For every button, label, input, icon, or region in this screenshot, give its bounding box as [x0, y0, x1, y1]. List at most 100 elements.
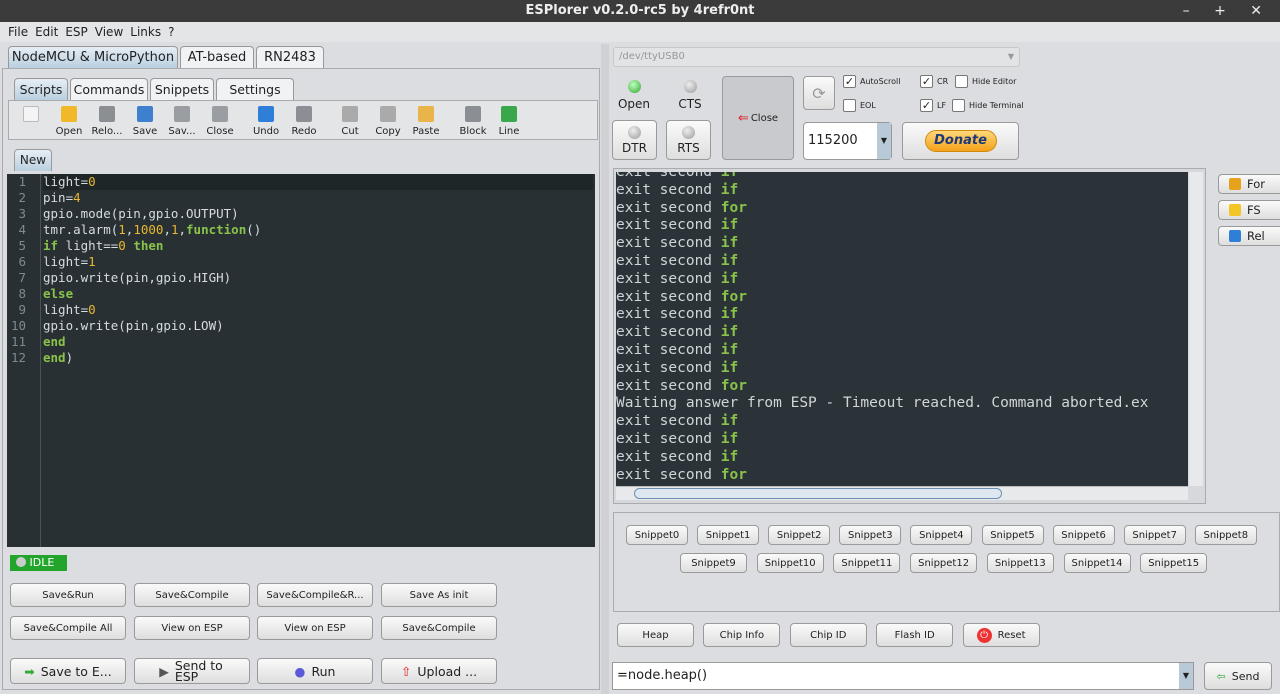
- checkbox-box[interactable]: ✓: [843, 75, 856, 88]
- checkbox-lf[interactable]: ✓ LF: [920, 99, 946, 112]
- command-input[interactable]: =node.heap() ▼: [612, 662, 1194, 690]
- cmd-button-reset[interactable]: ⏻ Reset: [962, 623, 1040, 647]
- send-button[interactable]: ⇦ Send: [1204, 662, 1272, 690]
- snippet-button[interactable]: Snippet3: [839, 525, 902, 545]
- checkbox-autoscroll[interactable]: ✓ AutoScroll: [843, 75, 901, 88]
- rts-button[interactable]: RTS: [666, 120, 711, 160]
- code-text[interactable]: light=0 pin=4 gpio.mode(pin,gpio.OUTPUT) tm…: [43, 174, 593, 366]
- dtr-button[interactable]: DTR: [612, 120, 657, 160]
- action-button[interactable]: Save&Run: [10, 583, 126, 607]
- folder-button[interactable]: Open: [50, 106, 88, 137]
- terminal-line: exit second if: [616, 449, 1188, 467]
- side-button-0[interactable]: For: [1218, 174, 1280, 194]
- snippet-button[interactable]: Snippet9: [680, 553, 747, 573]
- snippet-button[interactable]: Snippet6: [1052, 525, 1115, 545]
- command-value: =node.heap(): [617, 668, 708, 683]
- reload-button[interactable]: Relo...: [88, 106, 126, 137]
- menu-help[interactable]: ?: [168, 25, 174, 39]
- port-select[interactable]: /dev/ttyUSB0 ▼: [613, 47, 1020, 67]
- action-button[interactable]: View on ESP: [257, 616, 373, 640]
- refresh-ports-button[interactable]: ⟳: [803, 76, 835, 110]
- checkbox-hide-editor[interactable]: Hide Editor: [955, 75, 1016, 88]
- cmd-button-flash-id[interactable]: Flash ID: [876, 623, 954, 647]
- save-as-button[interactable]: Sav...: [163, 106, 201, 137]
- code-editor[interactable]: 1 2 3 4 5 6 7 8 9 10 11 12 light=0 pin=4 gpio.mode(pi…: [7, 174, 595, 547]
- cmd-button-chip-id[interactable]: Chip ID: [789, 623, 867, 647]
- snippet-button[interactable]: Snippet11: [833, 553, 901, 573]
- terminal-keyword: if: [720, 448, 739, 465]
- tab-snippets[interactable]: Snippets: [150, 78, 214, 100]
- menu-edit[interactable]: Edit: [35, 25, 58, 39]
- close-file-button[interactable]: Close: [201, 106, 239, 137]
- split-divider[interactable]: [601, 44, 609, 694]
- undo-button[interactable]: Undo: [247, 106, 285, 137]
- snippet-button[interactable]: Snippet5: [981, 525, 1044, 545]
- donate-button[interactable]: Donate: [902, 122, 1019, 160]
- checkbox-hide-terminal[interactable]: Hide Terminal: [952, 99, 1024, 112]
- action-button[interactable]: Save&Compile All: [10, 616, 126, 640]
- bottom-button-3[interactable]: ⇧ Upload ...: [381, 658, 497, 684]
- checkbox-box[interactable]: [955, 75, 968, 88]
- bottom-button-1[interactable]: ▶ Send to ESP: [134, 658, 250, 684]
- device-tab-2[interactable]: RN2483: [256, 46, 324, 68]
- paste-button[interactable]: Paste: [407, 106, 445, 137]
- checkbox-box[interactable]: [952, 99, 965, 112]
- cmd-button-heap[interactable]: Heap: [617, 623, 694, 647]
- action-button[interactable]: View on ESP: [134, 616, 250, 640]
- checkbox-eol[interactable]: EOL: [843, 99, 876, 112]
- snippet-button[interactable]: Snippet4: [910, 525, 973, 545]
- port-value: /dev/ttyUSB0: [619, 51, 685, 62]
- snippet-button[interactable]: Snippet0: [626, 525, 688, 545]
- tab-commands[interactable]: Commands: [70, 78, 148, 100]
- terminal-hscrollbar[interactable]: [616, 486, 1188, 500]
- baud-select[interactable]: 115200 ▼: [803, 122, 892, 160]
- snippet-button[interactable]: Snippet13: [986, 553, 1054, 573]
- side-button-1[interactable]: FS: [1218, 200, 1280, 220]
- terminal-vscrollbar[interactable]: [1189, 172, 1203, 486]
- action-button[interactable]: Save&Compile: [134, 583, 250, 607]
- action-button[interactable]: Save&Compile&R...: [257, 583, 373, 607]
- checkbox-box[interactable]: ✓: [920, 99, 933, 112]
- file-tab-new[interactable]: New: [14, 149, 52, 171]
- checkbox-cr[interactable]: ✓ CR: [920, 75, 948, 88]
- redo-button[interactable]: Redo: [285, 106, 323, 137]
- snippet-button[interactable]: Snippet8: [1194, 525, 1257, 545]
- snippet-button[interactable]: Snippet14: [1063, 553, 1131, 573]
- bottom-button-0[interactable]: ➡ Save to E...: [10, 658, 126, 684]
- device-tab-0[interactable]: NodeMCU & MicroPython: [8, 46, 178, 68]
- open-label: Open: [617, 97, 651, 111]
- menu-esp[interactable]: ESP: [65, 25, 87, 39]
- device-tab-1[interactable]: AT-based: [180, 46, 254, 68]
- action-button[interactable]: Save&Compile: [381, 616, 497, 640]
- save-button[interactable]: Save: [126, 106, 164, 137]
- menu-links[interactable]: Links: [130, 25, 161, 39]
- copy-button[interactable]: Copy: [369, 106, 407, 137]
- window-controls[interactable]: – + ✕: [1183, 0, 1272, 22]
- scroll-thumb[interactable]: [634, 488, 1002, 499]
- snippet-button[interactable]: Snippet12: [910, 553, 978, 573]
- menu-file[interactable]: File: [8, 25, 28, 39]
- snippet-button[interactable]: Snippet2: [768, 525, 831, 545]
- snippet-button[interactable]: Snippet7: [1123, 525, 1186, 545]
- action-button[interactable]: Save As init: [381, 583, 497, 607]
- checkbox-box[interactable]: ✓: [920, 75, 933, 88]
- tab-settings[interactable]: Settings: [216, 78, 294, 100]
- terminal-output[interactable]: exit second if exit second if exit second …: [616, 172, 1188, 486]
- snippet-button[interactable]: Snippet15: [1140, 553, 1208, 573]
- menu-view[interactable]: View: [95, 25, 123, 39]
- checkbox-box[interactable]: [843, 99, 856, 112]
- new-file-button[interactable]: [12, 106, 50, 126]
- tab-scripts[interactable]: Scripts: [14, 78, 68, 100]
- cmd-button-chip-info[interactable]: Chip Info: [703, 623, 781, 647]
- scissors-button[interactable]: Cut: [331, 106, 369, 137]
- side-button-2[interactable]: Rel: [1218, 226, 1280, 246]
- snippet-button[interactable]: Snippet10: [756, 553, 824, 573]
- close-port-button[interactable]: ⇐ Close: [722, 76, 794, 160]
- bottom-button-2[interactable]: ● Run: [257, 658, 373, 684]
- terminal-text: exit second: [616, 252, 721, 269]
- close-file-icon: [212, 106, 228, 122]
- snippet-button[interactable]: Snippet1: [697, 525, 760, 545]
- line-button[interactable]: Line: [490, 106, 528, 137]
- line-number: 2: [18, 190, 26, 205]
- block-button[interactable]: Block: [454, 106, 492, 137]
